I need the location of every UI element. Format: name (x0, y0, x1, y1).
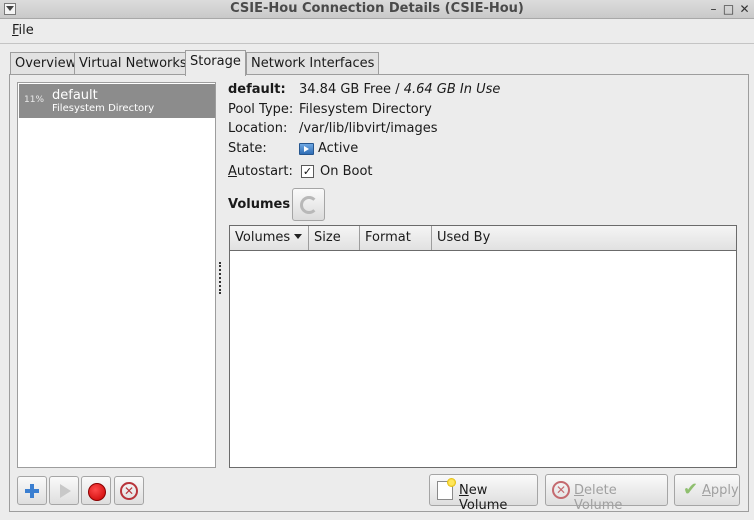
column-header-format[interactable]: Format (360, 226, 432, 250)
pool-type: Filesystem Directory (52, 103, 155, 114)
check-icon: ✔ (683, 479, 699, 500)
new-volume-icon (437, 478, 456, 500)
storage-pool-list[interactable]: 11% default Filesystem Directory (17, 82, 216, 468)
stop-pool-button[interactable] (81, 476, 111, 505)
maximize-button[interactable]: □ (721, 1, 736, 17)
menu-bar: File (0, 19, 754, 44)
title-bar: CSIE-Hou Connection Details (CSIE-Hou) –… (0, 0, 754, 19)
pool-usage-percent: 11% (24, 95, 45, 105)
pool-capacity: 34.84 GB Free / 4.64 GB In Use (299, 82, 500, 97)
autostart-checkbox[interactable]: ✓ (301, 165, 314, 178)
location-value: /var/lib/libvirt/images (299, 121, 438, 136)
new-volume-button[interactable]: New Volume (429, 474, 538, 513)
column-label: Format (365, 230, 411, 245)
column-label: Volumes (235, 230, 291, 245)
pool-free: 34.84 GB Free (299, 82, 392, 97)
tab-virtual-networks[interactable]: Virtual Networks (74, 52, 192, 75)
tab-label: Network Interfaces (251, 56, 375, 71)
refresh-volumes-button[interactable] (292, 188, 325, 221)
state-label: State: (228, 141, 267, 156)
capacity-separator: / (391, 82, 404, 97)
column-label: Size (314, 230, 341, 245)
pane-resize-handle[interactable] (219, 262, 222, 294)
close-button[interactable]: ✕ (737, 1, 752, 17)
column-header-used-by[interactable]: Used By (432, 226, 736, 250)
column-header-volumes[interactable]: Volumes (230, 226, 309, 250)
column-label: Used By (437, 230, 491, 245)
minimize-button[interactable]: – (706, 1, 721, 17)
start-pool-button[interactable] (49, 476, 79, 505)
volumes-heading: Volumes (228, 197, 291, 212)
window-title: CSIE-Hou Connection Details (CSIE-Hou) (230, 1, 524, 16)
delete-pool-button[interactable]: ✕ (114, 476, 144, 505)
tab-label: Storage (190, 54, 241, 69)
tab-label: Overview (15, 56, 77, 71)
menu-file[interactable]: File (12, 23, 34, 38)
delete-volume-button[interactable]: ✕ Delete Volume (545, 474, 668, 513)
delete-icon: ✕ (552, 481, 570, 499)
running-icon (299, 143, 314, 155)
apply-button[interactable]: ✔ Apply (674, 474, 740, 506)
tab-storage[interactable]: Storage (185, 50, 246, 76)
tab-label: Virtual Networks (79, 56, 187, 71)
apply-label: Apply (702, 483, 739, 498)
state-value: Active (318, 141, 359, 156)
volumes-table[interactable]: Volumes Size Format Used By (229, 225, 737, 468)
pool-name: default (52, 88, 98, 103)
pool-type-label: Pool Type: (228, 102, 294, 117)
table-header: Volumes Size Format Used By (230, 226, 736, 251)
pool-summary: default: (228, 82, 286, 97)
autostart-label: Autostart: (228, 164, 293, 179)
add-pool-button[interactable] (17, 476, 47, 505)
location-label: Location: (228, 121, 288, 136)
refresh-icon (300, 196, 318, 214)
pool-in-use: 4.64 GB In Use (403, 82, 501, 97)
autostart-value[interactable]: On Boot (320, 164, 373, 179)
tab-network-interfaces[interactable]: Network Interfaces (246, 52, 380, 75)
delete-icon: ✕ (120, 482, 138, 500)
sort-down-icon (294, 234, 303, 239)
column-header-size[interactable]: Size (309, 226, 360, 250)
new-volume-label: New Volume (459, 483, 508, 513)
delete-volume-label: Delete Volume (574, 483, 623, 513)
pool-type-value: Filesystem Directory (299, 102, 432, 117)
pool-list-item[interactable]: 11% default Filesystem Directory (19, 84, 215, 118)
tab-overview[interactable]: Overview (10, 52, 82, 75)
pool-detail-name: default: (228, 82, 286, 97)
